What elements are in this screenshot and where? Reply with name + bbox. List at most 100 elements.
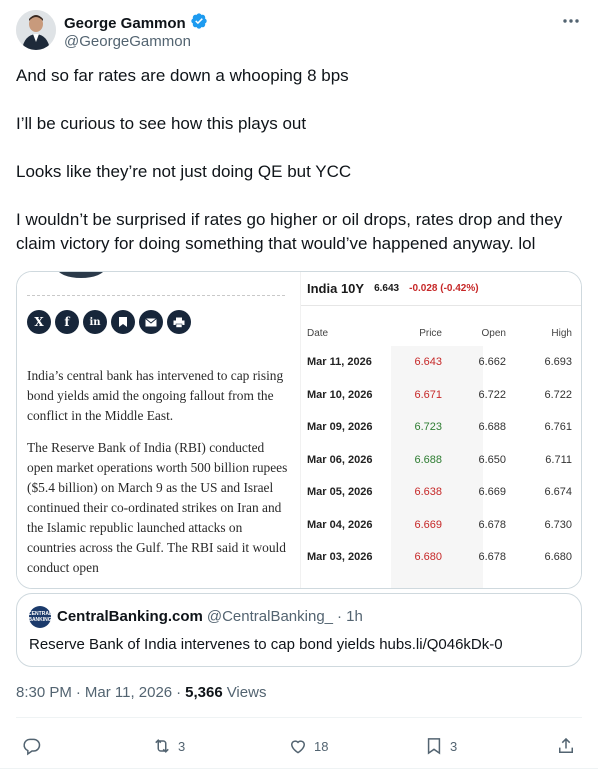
article-logo-fragment (57, 272, 105, 278)
row-open: 6.678 (478, 518, 506, 531)
table-header-bar: India 10Y 6.643 -0.028 (-0.42%) (301, 272, 581, 306)
repost-icon (155, 739, 169, 753)
instrument-title: India 10Y (307, 281, 365, 296)
share-icons: X f in (27, 310, 191, 334)
row-high: 6.722 (544, 388, 572, 401)
row-open: 6.688 (478, 421, 506, 433)
heart-icon (290, 740, 306, 754)
row-open: 6.678 (478, 551, 506, 563)
row-high: 6.730 (544, 518, 572, 531)
divider (16, 717, 582, 718)
row-open: 6.662 (478, 356, 506, 368)
table-header-row: Date Price Open High (301, 322, 581, 346)
quoted-time: · 1h (337, 608, 363, 625)
divider (0, 768, 598, 769)
row-price: 6.643 (414, 356, 442, 368)
bond-yield-table: India 10Y 6.643 -0.028 (-0.42%) Date Pri… (300, 272, 581, 588)
quoted-avatar-logo-text: CENTRAL BANKING (28, 611, 52, 623)
column-header: Date (307, 328, 329, 339)
row-price: 6.680 (414, 551, 442, 563)
like-button[interactable]: 18 (288, 734, 328, 758)
row-price: 6.688 (414, 453, 442, 466)
print-icon (167, 310, 191, 334)
change-value: -0.028 (409, 283, 438, 294)
row-price: 6.638 (414, 486, 442, 498)
author-avatar[interactable] (16, 10, 56, 50)
separator: · (75, 684, 81, 701)
email-icon (139, 310, 163, 334)
change-percent: (-0.42%) (440, 283, 479, 294)
row-high: 6.761 (544, 421, 572, 433)
table-row: Mar 03, 2026 6.680 6.678 6.680 (301, 541, 581, 574)
views-label: Views (226, 684, 267, 701)
table-row: Mar 05, 2026 6.638 6.669 6.674 (301, 476, 581, 509)
row-date: Mar 09, 2026 (307, 421, 373, 433)
row-high: 6.674 (544, 486, 572, 498)
repost-button[interactable]: 3 (152, 734, 185, 758)
table-row: Mar 10, 2026 6.671 6.722 6.722 (301, 379, 581, 412)
reply-icon (23, 738, 41, 756)
row-open: 6.669 (478, 486, 506, 498)
column-header: Price (419, 328, 442, 339)
quoted-author-name[interactable]: CentralBanking.com (57, 608, 203, 625)
bookmark-button[interactable]: 3 (424, 734, 457, 758)
quoted-text: Reserve Bank of India intervenes to cap … (29, 636, 503, 653)
share-icon (559, 737, 573, 753)
tweet-paragraph: Looks like they’re not just doing QE but… (16, 162, 352, 181)
last-price: 6.643 (374, 283, 400, 294)
row-date: Mar 10, 2026 (307, 388, 373, 401)
tweet-text: And so far rates are down a whooping 8 b… (16, 64, 582, 256)
table-row: Mar 11, 2026 6.643 6.662 6.693 (301, 346, 581, 379)
bookmark-icon (111, 310, 135, 334)
row-date: Mar 04, 2026 (307, 518, 373, 531)
row-price: 6.671 (414, 388, 442, 401)
tweet-media-image[interactable]: X f in India’s central bank has interven… (16, 271, 582, 589)
action-bar: 3 18 3 (16, 734, 582, 758)
share-button[interactable] (556, 734, 576, 758)
row-price: 6.669 (414, 518, 442, 531)
tweet-paragraph: I’ll be curious to see how this plays ou… (16, 114, 307, 133)
views-count: 5,366 (185, 684, 223, 701)
divider (27, 295, 285, 296)
like-count: 18 (314, 738, 329, 754)
verified-badge-icon (190, 12, 208, 35)
tweet-header: George Gammon @GeorgeGammon (16, 10, 582, 54)
x-icon: X (27, 310, 51, 334)
more-options-icon[interactable] (560, 12, 582, 30)
quoted-tweet[interactable]: CENTRAL BANKING CentralBanking.com @Cent… (16, 593, 582, 667)
column-header: Open (481, 328, 506, 339)
reply-button[interactable] (22, 734, 48, 758)
row-date: Mar 11, 2026 (307, 356, 372, 368)
row-high: 6.680 (544, 551, 572, 563)
tweet-meta: 8:30 PM · Mar 11, 2026 · 5,366 Views (16, 684, 266, 701)
facebook-icon: f (55, 310, 79, 334)
tweet-paragraph: I wouldn’t be surprised if rates go high… (16, 210, 563, 253)
row-open: 6.722 (478, 388, 506, 401)
article-paragraph: The Reserve Bank of India (RBI) conducte… (27, 440, 288, 575)
article-screenshot: X f in India’s central bank has interven… (17, 272, 300, 588)
tweet-paragraph: And so far rates are down a whooping 8 b… (16, 66, 349, 85)
author-name[interactable]: George Gammon (64, 15, 186, 32)
table-row: Mar 09, 2026 6.723 6.688 6.761 (301, 411, 581, 444)
quoted-author-handle[interactable]: @CentralBanking_ (207, 608, 333, 625)
separator: · (176, 684, 182, 701)
row-high: 6.693 (544, 356, 572, 368)
row-date: Mar 03, 2026 (307, 551, 373, 563)
bookmark-count: 3 (450, 738, 458, 754)
row-date: Mar 05, 2026 (307, 486, 373, 498)
bookmark-icon (427, 738, 441, 755)
author-handle[interactable]: @GeorgeGammon (64, 33, 191, 50)
price-history-table: Date Price Open High Mar 11, 2026 6.643 6.… (301, 322, 581, 574)
column-header: High (551, 328, 572, 339)
tweet-date[interactable]: Mar 11, 2026 (85, 684, 172, 701)
tweet-time[interactable]: 8:30 PM (16, 684, 72, 701)
price-change: -0.028 (-0.42%) (409, 283, 479, 294)
article-paragraph: India’s central bank has intervened to c… (27, 368, 284, 423)
quoted-avatar[interactable]: CENTRAL BANKING (28, 606, 52, 628)
row-date: Mar 06, 2026 (307, 453, 373, 466)
row-high: 6.711 (545, 453, 572, 466)
table-row: Mar 06, 2026 6.688 6.650 6.711 (301, 444, 581, 477)
row-open: 6.650 (478, 453, 506, 466)
linkedin-icon: in (83, 310, 107, 334)
table-row: Mar 04, 2026 6.669 6.678 6.730 (301, 509, 581, 542)
